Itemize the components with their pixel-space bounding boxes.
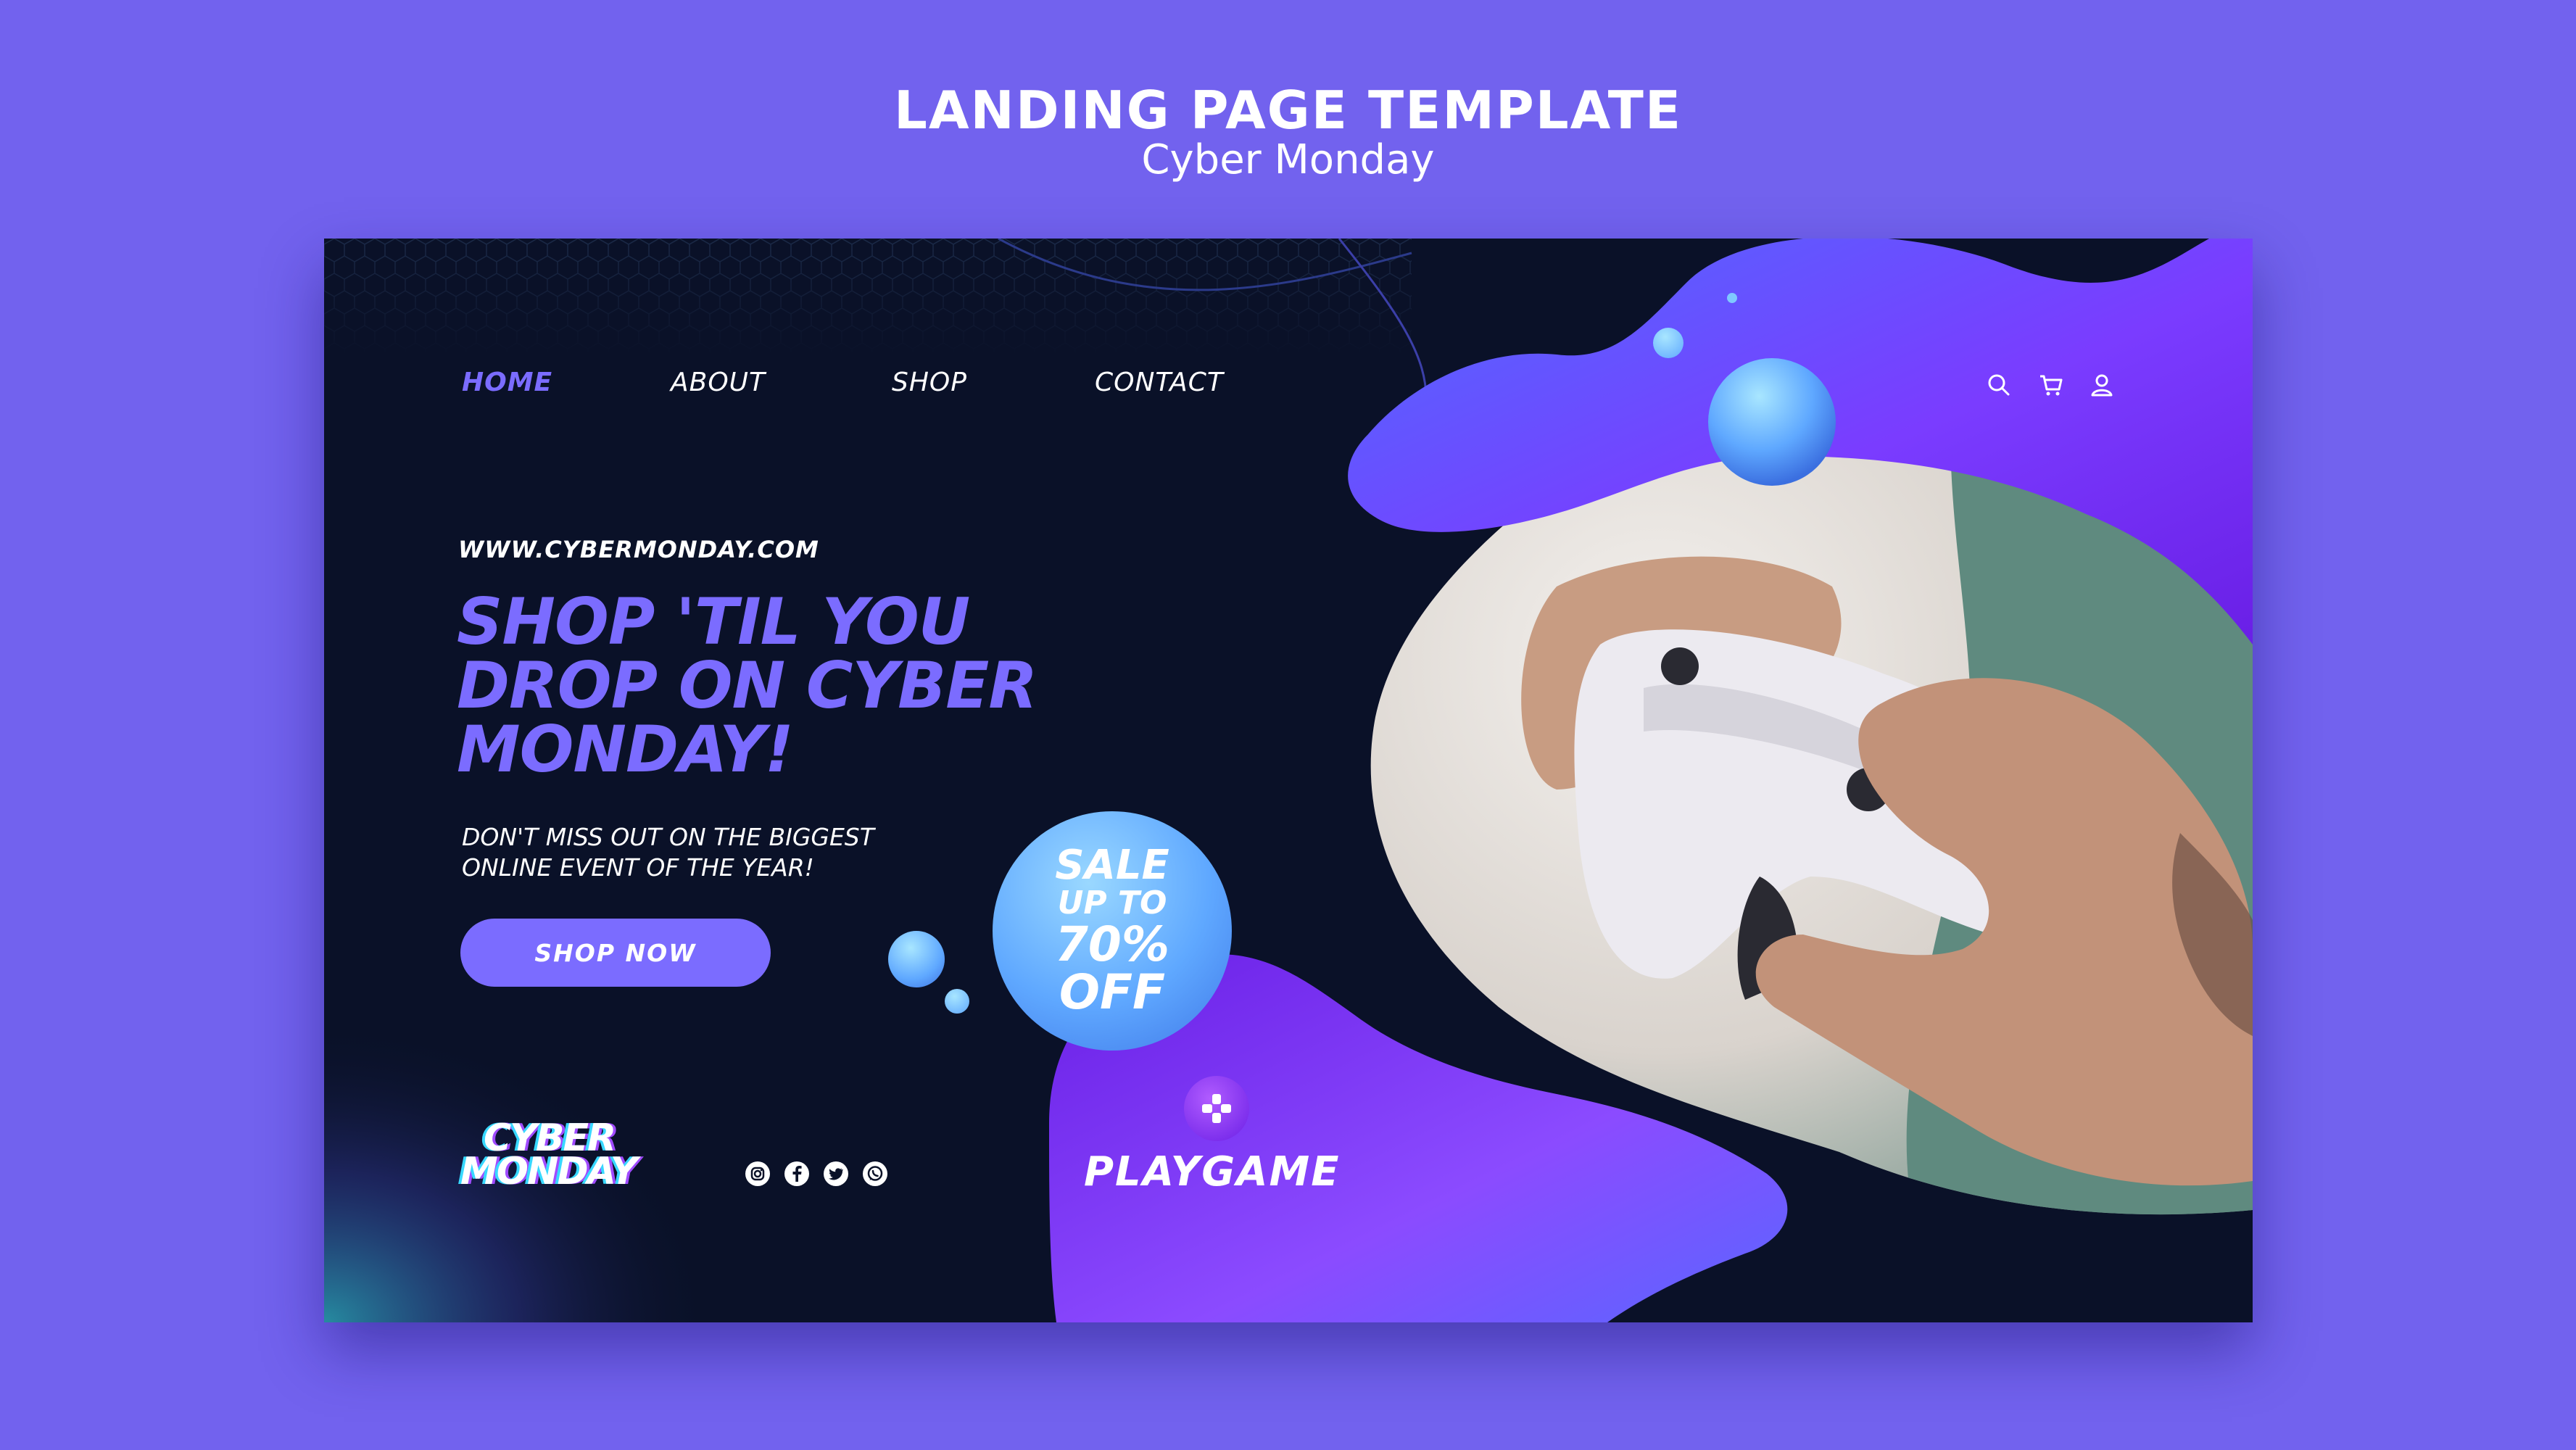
whatsapp-icon[interactable]: [861, 1159, 890, 1188]
sale-badge: SALE UP TO 70% OFF: [993, 811, 1232, 1051]
decor-bubble: [1727, 293, 1737, 303]
sale-line: UP TO: [1057, 884, 1167, 921]
facebook-icon[interactable]: [782, 1159, 811, 1188]
sale-line: OFF: [1059, 964, 1166, 1020]
decor-bubble: [1653, 328, 1683, 358]
cyber-monday-logo: CYBER MONDAY: [460, 1119, 638, 1193]
nav-contact[interactable]: CONTACT: [1095, 368, 1224, 397]
subtext-line: ONLINE EVENT OF THE YEAR!: [462, 853, 814, 882]
nav-home[interactable]: HOME: [462, 368, 552, 397]
page-subtitle: Cyber Monday: [1141, 136, 1435, 183]
landing-page-card: HOME ABOUT SHOP CONTACT WWW.CYBERMONDAY.…: [324, 239, 2253, 1322]
cart-icon[interactable]: [2037, 370, 2066, 399]
page-title: LANDING PAGE TEMPLATE: [893, 80, 1683, 141]
search-icon[interactable]: [1984, 370, 2013, 399]
decor-bubble: [945, 989, 969, 1014]
nav-about[interactable]: ABOUT: [671, 368, 766, 397]
subtext-line: DON'T MISS OUT ON THE BIGGEST: [462, 823, 874, 851]
sale-line: SALE: [1055, 842, 1169, 889]
gamepad-icon[interactable]: [1184, 1076, 1249, 1141]
website-url: WWW.CYBERMONDAY.COM: [458, 536, 819, 563]
decor-bubble: [888, 931, 945, 987]
sale-line: 70%: [1055, 916, 1169, 972]
playgame-label[interactable]: PLAYGAME: [1084, 1148, 1340, 1196]
headline-line: MONDAY!: [457, 712, 794, 787]
logo-line: MONDAY: [460, 1150, 638, 1193]
instagram-icon[interactable]: [743, 1159, 772, 1188]
headline-line: SHOP 'TIL YOU: [457, 584, 970, 659]
twitter-icon[interactable]: [821, 1159, 850, 1188]
headline-line: DROP ON CYBER: [457, 648, 1038, 723]
nav-shop[interactable]: SHOP: [892, 368, 967, 397]
shop-now-button[interactable]: SHOP NOW: [460, 919, 771, 987]
hero-headline: SHOP 'TIL YOU DROP ON CYBER MONDAY!: [457, 590, 1182, 782]
user-icon[interactable]: [2087, 370, 2116, 399]
hero-subtext: DON'T MISS OUT ON THE BIGGEST ONLINE EVE…: [462, 822, 969, 883]
